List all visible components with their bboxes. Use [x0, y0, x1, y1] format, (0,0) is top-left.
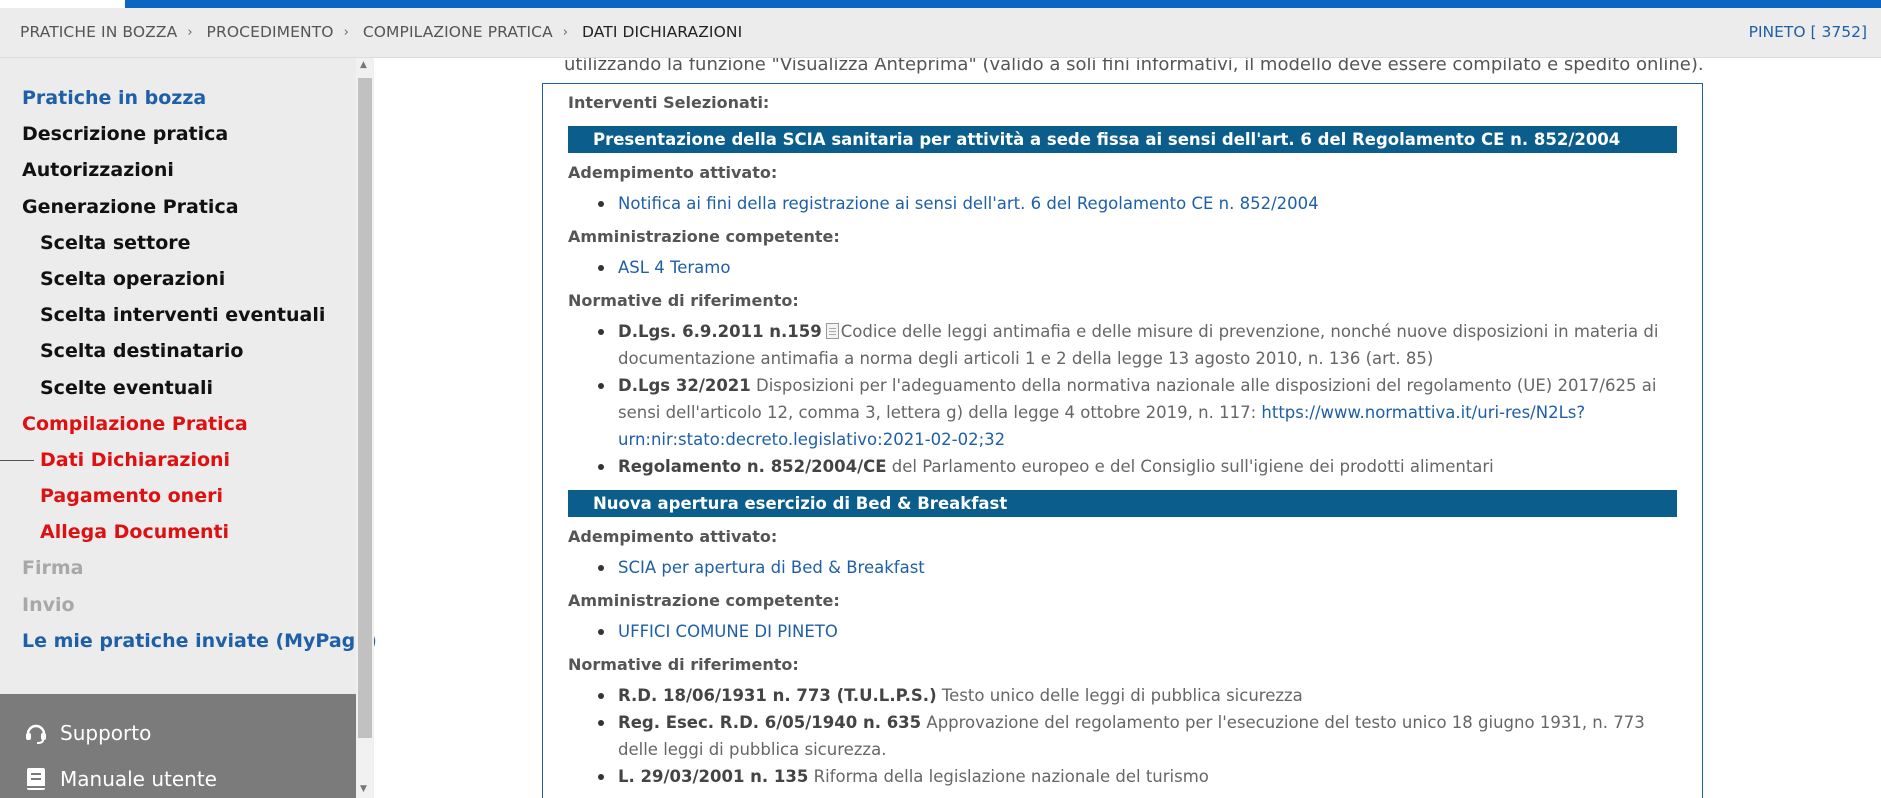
sidebar-item-scelta-interventi-eventuali[interactable]: Scelta interventi eventuali — [0, 297, 356, 333]
normativa-ref: R.D. 18/06/1931 n. 773 (T.U.L.P.S.) — [618, 686, 937, 705]
sidebar-item-scelte-eventuali[interactable]: Scelte eventuali — [0, 370, 356, 406]
sidebar-item-scelta-operazioni[interactable]: Scelta operazioni — [0, 261, 356, 297]
support-label: Supporto — [60, 721, 152, 745]
top-accent-blue — [125, 0, 1881, 8]
scroll-down-arrow-icon[interactable]: ▼ — [360, 784, 367, 794]
list-item: Regolamento n. 852/2004/CE del Parlament… — [598, 453, 1677, 480]
normative-label: Normative di riferimento: — [568, 291, 799, 310]
amministrazione-link[interactable]: UFFICI COMUNE DI PINETO — [618, 622, 838, 641]
normativa-ref: Regolamento n. 852/2004/CE — [618, 457, 887, 476]
intervento-header: Presentazione della SCIA sanitaria per a… — [568, 126, 1677, 153]
sidebar-item-generazione-pratica[interactable]: Generazione Pratica — [0, 189, 356, 225]
scrollbar-thumb[interactable] — [358, 78, 372, 738]
headset-icon — [24, 721, 48, 745]
sidebar-item-pratiche-in-bozza[interactable]: Pratiche in bozza — [0, 80, 356, 116]
chevron-right-icon: › — [187, 24, 193, 40]
list-item: SCIA per apertura di Bed & Breakfast — [598, 554, 1677, 581]
sidebar-item-scelta-settore[interactable]: Scelta settore — [0, 225, 356, 261]
interventi-box: Interventi Selezionati: Presentazione de… — [542, 83, 1703, 798]
breadcrumb-item-pratiche-in-bozza[interactable]: PRATICHE IN BOZZA — [20, 23, 177, 41]
list-item: D.Lgs. 6.9.2011 n.159 Codice delle leggi … — [598, 318, 1677, 372]
breadcrumb-item-procedimento[interactable]: PROCEDIMENTO — [207, 23, 334, 41]
list-item: R.D. 18/06/1931 n. 773 (T.U.L.P.S.) Test… — [598, 682, 1677, 709]
adempimento-list: Notifica ai fini della registrazione ai … — [568, 190, 1677, 217]
book-icon — [24, 767, 48, 791]
scroll-up-arrow-icon[interactable]: ▲ — [360, 60, 367, 70]
sidebar-item-mypage[interactable]: Le mie pratiche inviate (MyPage) — [0, 623, 377, 659]
normativa-ref: D.Lgs. 6.9.2011 n.159 — [618, 322, 822, 341]
adempimento-list: SCIA per apertura di Bed & Breakfast — [568, 554, 1677, 581]
adempimento-label: Adempimento attivato: — [568, 527, 778, 546]
breadcrumb: PRATICHE IN BOZZA › PROCEDIMENTO › COMPI… — [0, 8, 1881, 58]
normativa-ref: Reg. Esec. R.D. 6/05/1940 n. 635 — [618, 713, 922, 732]
support-link[interactable]: Supporto — [24, 718, 151, 748]
top-accent-bar — [0, 0, 1881, 8]
sidebar: Pratiche in bozza Descrizione pratica Au… — [0, 58, 377, 798]
list-item: UFFICI COMUNE DI PINETO — [598, 618, 1677, 645]
amministrazione-list: ASL 4 Teramo — [568, 254, 1677, 281]
normativa-text: Riforma della legislazione nazionale del… — [813, 767, 1209, 786]
normative-label: Normative di riferimento: — [568, 655, 799, 674]
list-item: L. 29/03/2001 n. 135 Riforma della legis… — [598, 763, 1677, 790]
manual-link[interactable]: Manuale utente — [24, 764, 217, 794]
intro-text: utilizzando la funzione "Visualizza Ante… — [564, 58, 1704, 75]
normativa-ref: D.Lgs 32/2021 — [618, 376, 751, 395]
sidebar-item-invio: Invio — [22, 593, 75, 616]
sidebar-item-allega-documenti[interactable]: Allega Documenti — [0, 514, 356, 550]
list-item: Notifica ai fini della registrazione ai … — [598, 190, 1677, 217]
breadcrumb-item-compilazione-pratica[interactable]: COMPILAZIONE PRATICA — [363, 23, 553, 41]
document-icon[interactable] — [825, 323, 839, 339]
adempimento-link[interactable]: Notifica ai fini della registrazione ai … — [618, 194, 1319, 213]
main-content: utilizzando la funzione "Visualizza Ante… — [374, 58, 1881, 798]
list-item: Reg. Esec. R.D. 6/05/1940 n. 635 Approva… — [598, 709, 1677, 763]
normativa-text: del Parlamento europeo e del Consiglio s… — [891, 457, 1494, 476]
normative-list: D.Lgs. 6.9.2011 n.159 Codice delle leggi … — [568, 318, 1677, 480]
amministrazione-label: Amministrazione competente: — [568, 227, 840, 246]
normativa-ref: L. 29/03/2001 n. 135 — [618, 767, 809, 786]
chevron-right-icon: › — [562, 24, 568, 40]
intervento-header: Nuova apertura esercizio di Bed & Breakf… — [568, 490, 1677, 517]
sidebar-item-autorizzazioni[interactable]: Autorizzazioni — [0, 152, 356, 188]
sidebar-item-compilazione-pratica[interactable]: Compilazione Pratica — [0, 406, 356, 442]
sidebar-item-descrizione-pratica[interactable]: Descrizione pratica — [0, 116, 356, 152]
list-item: D.Lgs 32/2021 Disposizioni per l'adeguam… — [598, 372, 1677, 453]
normative-list: R.D. 18/06/1931 n. 773 (T.U.L.P.S.) Test… — [568, 682, 1677, 790]
amministrazione-link[interactable]: ASL 4 Teramo — [618, 258, 730, 277]
comune-badge[interactable]: PINETO [ 3752] — [1749, 23, 1867, 41]
sidebar-scrollbar[interactable]: ▲ ▼ — [356, 58, 374, 798]
sidebar-item-firma: Firma — [22, 557, 84, 580]
sidebar-item-pagamento-oneri[interactable]: Pagamento oneri — [0, 478, 356, 514]
list-item: ASL 4 Teramo — [598, 254, 1677, 281]
breadcrumb-list: PRATICHE IN BOZZA › PROCEDIMENTO › COMPI… — [20, 23, 742, 41]
normativa-text: Testo unico delle leggi di pubblica sicu… — [941, 686, 1303, 705]
adempimento-link[interactable]: SCIA per apertura di Bed & Breakfast — [618, 558, 925, 577]
adempimento-label: Adempimento attivato: — [568, 163, 778, 182]
sidebar-nav: Pratiche in bozza Descrizione pratica Au… — [0, 80, 377, 659]
interventi-title: Interventi Selezionati: — [568, 93, 770, 112]
sidebar-item-scelta-destinatario[interactable]: Scelta destinatario — [0, 333, 356, 369]
breadcrumb-item-dati-dichiarazioni: DATI DICHIARAZIONI — [581, 23, 743, 41]
sidebar-item-dati-dichiarazioni[interactable]: Dati Dichiarazioni — [0, 442, 356, 478]
amministrazione-list: UFFICI COMUNE DI PINETO — [568, 618, 1677, 645]
support-panel: Supporto Manuale utente — [0, 694, 356, 798]
chevron-right-icon: › — [343, 24, 349, 40]
manual-label: Manuale utente — [60, 767, 217, 791]
amministrazione-label: Amministrazione competente: — [568, 591, 840, 610]
